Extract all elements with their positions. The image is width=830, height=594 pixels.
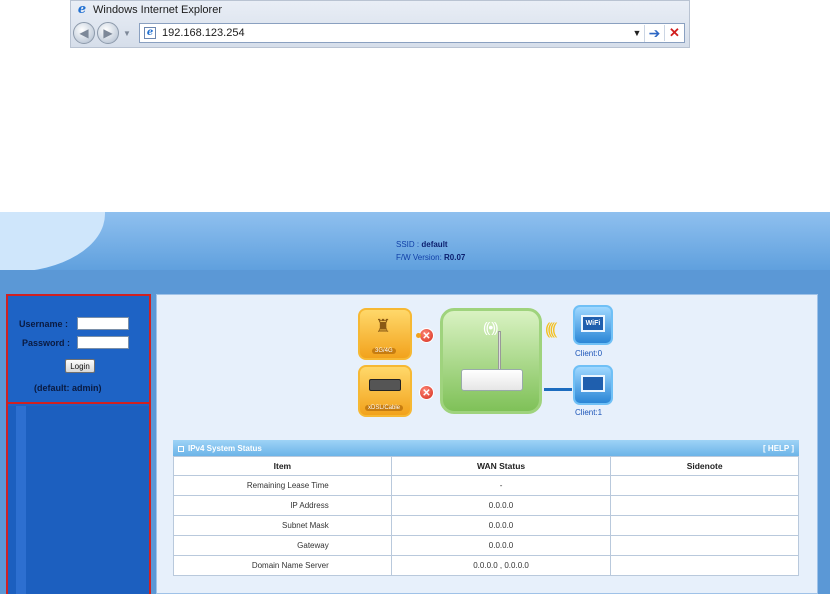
forward-button[interactable]: ▶ [97,22,119,44]
help-link[interactable]: [ HELP ] [763,444,794,453]
device-info: SSID : default F/W Version: R0.07 [396,238,465,264]
status-title: IPv4 System Status [188,443,262,453]
row-item: Domain Name Server [173,555,392,576]
stop-icon[interactable]: ✕ [664,25,684,41]
ssid-label: SSID : [396,240,420,249]
address-dropdown-icon[interactable]: ▼ [630,28,644,38]
connector-dot [416,333,421,338]
default-credentials-note: (default: admin) [34,383,102,393]
wifi-waves-icon: (((( [545,321,557,338]
ie-logo-icon: e [77,1,87,17]
username-label: Username : [19,319,69,329]
login-button[interactable]: Login [65,359,95,373]
router-device-icon [461,369,523,391]
main-panel: ♜ 3G/4G ✕ xDSL/Cable ✕ ((•)) (((( WiFi C… [156,294,818,594]
browser-navbar: ◀ ▶ ▼ e 192.168.123.254 ▼ ➔ ✕ [71,20,689,46]
browser-window: e Windows Internet Explorer ◀ ▶ ▼ e 192.… [70,0,690,48]
router-signal-icon: ((•)) [483,319,499,335]
row-note [610,475,799,496]
sidebar-menu-area [8,406,149,594]
xdsl-disconnected-icon: ✕ [419,385,434,400]
row-item: Remaining Lease Time [173,475,392,496]
login-form: Username : Password : Login (default: ad… [8,296,149,404]
modem-icon [369,379,401,391]
ethernet-link [544,388,572,391]
router-header: SSID : default F/W Version: R0.07 [0,212,830,272]
row-item: IP Address [173,495,392,516]
antenna [498,331,501,371]
table-row: Remaining Lease Time - [173,475,799,496]
password-input[interactable] [77,336,129,349]
table-header-row: Item WAN Status Sidenote [173,456,799,476]
3g-4g-label: 3G/4G [372,348,396,354]
status-table: Item WAN Status Sidenote Remaining Lease… [173,456,799,576]
table-row: Gateway 0.0.0.0 [173,535,799,556]
password-label: Password : [22,338,71,348]
row-value: 0.0.0.0 [390,495,612,516]
address-bar[interactable]: e 192.168.123.254 ▼ ➔ ✕ [139,23,685,43]
fw-label: F/W Version: [396,253,442,262]
cell-tower-icon: ♜ [375,316,392,336]
page-icon: e [144,27,156,39]
wired-client-node[interactable] [573,365,613,405]
router-ui: SSID : default F/W Version: R0.07 Userna… [0,212,830,594]
row-note [610,515,799,536]
column-header: Sidenote [610,456,799,476]
fw-value: R0.07 [444,253,466,262]
xdsl-cable-node[interactable]: xDSL/Cable [358,365,412,417]
3g-4g-node[interactable]: ♜ 3G/4G [358,308,412,360]
panel-icon [178,445,184,452]
wifi-icon: WiFi [581,315,605,332]
browser-titlebar: e Windows Internet Explorer [71,1,689,18]
ssid-value: default [421,240,448,249]
address-url[interactable]: 192.168.123.254 [162,27,630,39]
wifi-client-label: Client:0 [575,349,603,358]
xdsl-cable-label: xDSL/Cable [365,405,404,411]
header-swoosh [0,212,105,272]
row-value: - [390,475,612,496]
table-row: Domain Name Server 0.0.0.0 , 0.0.0.0 [173,555,799,576]
table-row: IP Address 0.0.0.0 [173,495,799,516]
3g-disconnected-icon: ✕ [419,328,434,343]
history-dropdown-icon[interactable]: ▼ [123,29,133,38]
row-value: 0.0.0.0 , 0.0.0.0 [390,555,612,576]
table-row: Subnet Mask 0.0.0.0 [173,515,799,536]
browser-title: Windows Internet Explorer [93,3,222,16]
go-arrow-icon[interactable]: ➔ [644,24,664,42]
row-note [610,535,799,556]
row-item: Gateway [173,535,392,556]
row-value: 0.0.0.0 [390,535,612,556]
back-button[interactable]: ◀ [73,22,95,44]
row-item: Subnet Mask [173,515,392,536]
row-note [610,495,799,516]
pc-icon [581,375,605,392]
router-node[interactable]: ((•)) [440,308,542,414]
sidebar-stripe [16,406,26,594]
column-header: WAN Status [390,456,612,476]
row-value: 0.0.0.0 [390,515,612,536]
username-input[interactable] [77,317,129,330]
sidebar: Username : Password : Login (default: ad… [6,294,151,594]
column-header: Item [173,456,392,476]
wifi-client-node[interactable]: WiFi [573,305,613,345]
row-note [610,555,799,576]
wired-client-label: Client:1 [575,408,603,417]
ipv4-status-panel: IPv4 System Status [ HELP ] Item WAN Sta… [173,440,799,576]
status-titlebar: IPv4 System Status [ HELP ] [173,440,799,456]
